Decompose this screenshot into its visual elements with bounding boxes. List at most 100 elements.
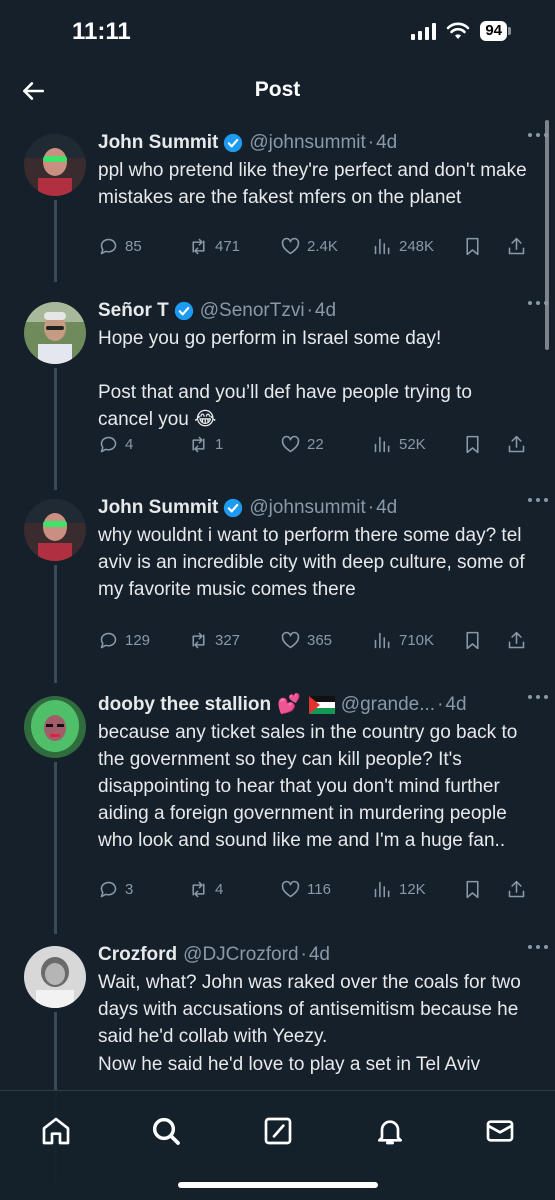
tweet-text: because any ticket sales in the country … [98,722,518,851]
views-icon [374,881,390,897]
tweet-text-line: Hope you go perform in Israel some day! [98,328,442,349]
tweet-text: Wait, what? John was raked over the coal… [98,972,521,1047]
bookmark-icon[interactable] [462,434,483,455]
home-icon[interactable] [40,1115,72,1147]
author-name[interactable]: John Summit [98,495,218,521]
heart-icon [281,237,300,254]
author-handle[interactable]: @DJCrozford [183,942,298,968]
more-icon[interactable] [527,942,549,952]
retweet-count: 327 [215,631,241,649]
like-button[interactable]: 116 [280,879,331,900]
author-handle[interactable]: @SenorTzvi [200,298,305,324]
like-count: 365 [307,631,333,649]
timestamp[interactable]: 4d [376,495,397,521]
verified-badge-icon [224,133,243,153]
reply-count: 4 [125,435,134,453]
like-count: 116 [307,880,331,898]
notifications-icon[interactable] [374,1115,406,1147]
reply-button[interactable]: 129 [98,630,150,651]
tweet[interactable]: John Summit @johnsummit · 4d ppl who pre… [0,122,555,282]
separator-dot: · [437,694,444,715]
share-icon[interactable] [506,879,527,900]
share-icon[interactable] [506,630,527,651]
view-count: 52K [399,435,426,453]
page-title: Post [254,78,301,101]
author-handle[interactable]: @johnsummit [249,495,365,521]
retweet-button[interactable]: 471 [188,236,240,257]
share-icon[interactable] [506,236,527,257]
status-bar: 11:11 94 [0,0,555,60]
retweet-button[interactable]: 1 [188,434,223,455]
more-icon[interactable] [527,130,549,140]
like-button[interactable]: 2.4K [280,236,338,257]
separator-dot: · [300,944,307,965]
header: Post [0,62,555,118]
retweet-icon [192,436,205,452]
avatar[interactable] [24,946,86,1008]
author-name[interactable]: dooby thee stallion [98,692,271,718]
views-button[interactable]: 12K [372,879,426,900]
views-button[interactable]: 52K [372,434,426,455]
reply-button[interactable]: 3 [98,879,133,900]
like-button[interactable]: 365 [280,630,332,651]
retweet-icon [192,238,205,254]
avatar[interactable] [24,499,86,561]
retweet-icon [192,881,205,897]
reply-icon [100,632,117,648]
messages-icon[interactable] [484,1115,516,1147]
retweet-button[interactable]: 4 [188,879,223,900]
verified-badge-icon [224,498,243,518]
search-icon[interactable] [150,1115,182,1147]
tweet[interactable]: John Summit @johnsummit · 4d why wouldnt… [0,487,555,683]
battery-level: 94 [480,21,507,41]
bookmark-icon[interactable] [462,236,483,257]
reply-icon [100,238,117,254]
separator-dot: · [367,132,375,153]
tweet-text: ppl who pretend like they're perfect and… [98,160,527,208]
timestamp[interactable]: 4d [309,942,330,968]
compose-icon[interactable] [262,1115,294,1147]
retweet-count: 4 [215,880,224,898]
heart-icon [281,435,300,452]
retweet-icon [192,632,205,648]
reply-button[interactable]: 85 [98,236,142,257]
views-button[interactable]: 248K [372,236,434,257]
views-icon [374,632,390,648]
timestamp[interactable]: 4d [445,692,466,718]
retweet-count: 1 [215,435,224,453]
more-icon[interactable] [527,298,549,308]
tweet-text: Hope you go perform in Israel some day! … [98,325,531,433]
author-name[interactable]: John Summit [98,130,218,156]
tweet-text: why wouldnt i want to perform there some… [98,525,525,600]
bookmark-icon[interactable] [462,879,483,900]
more-icon[interactable] [527,495,549,505]
author-handle[interactable]: @johnsummit [249,130,365,156]
laughing-emoji: 😂 [194,409,217,430]
share-icon[interactable] [506,434,527,455]
retweet-button[interactable]: 327 [188,630,240,651]
author-name[interactable]: Señor T [98,298,169,324]
reply-count: 3 [125,880,134,898]
timestamp[interactable]: 4d [376,130,397,156]
reply-button[interactable]: 4 [98,434,133,455]
timestamp[interactable]: 4d [315,298,336,324]
view-count: 12K [399,880,426,898]
like-button[interactable]: 22 [280,434,324,455]
avatar[interactable] [24,302,86,364]
reply-icon [100,881,117,897]
retweet-count: 471 [215,237,241,255]
views-icon [374,238,390,254]
author-handle[interactable]: @grande... [341,692,435,718]
avatar[interactable] [24,696,86,758]
tweet[interactable]: Señor T @SenorTzvi · 4d Hope you go perf… [0,290,555,490]
reply-count: 129 [125,631,151,649]
bookmark-icon[interactable] [462,630,483,651]
more-icon[interactable] [527,692,549,702]
views-button[interactable]: 710K [372,630,434,651]
avatar[interactable] [24,134,86,196]
author-name[interactable]: Crozford [98,942,177,968]
heart-icon [281,880,300,897]
home-indicator[interactable] [178,1182,378,1188]
reply-icon [100,436,117,452]
tweet-text-line: Post that and you’ll def have people try… [98,382,472,430]
